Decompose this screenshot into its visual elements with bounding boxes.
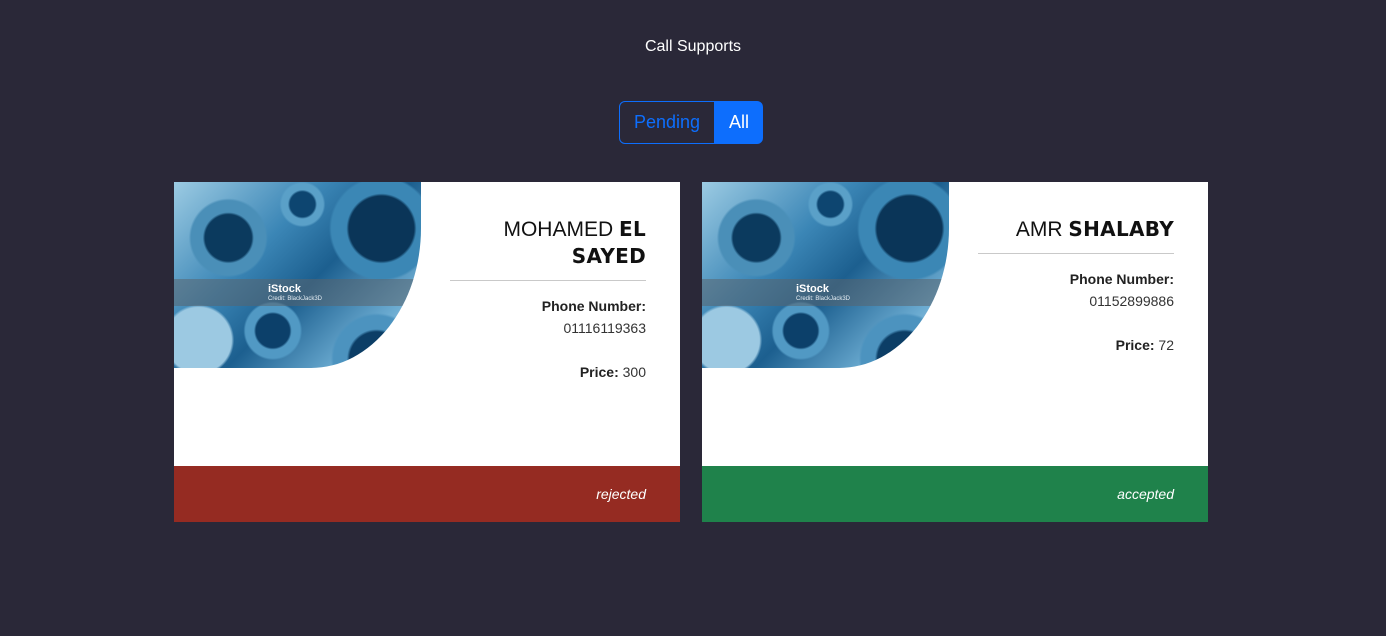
caller-name: AMR SHALABY bbox=[978, 216, 1174, 254]
card-info: MOHAMED EL SAYED Phone Number: 011161193… bbox=[450, 216, 646, 383]
price-label: Price: bbox=[1115, 337, 1155, 353]
status-text: accepted bbox=[1117, 486, 1174, 502]
caller-first-name: AMR bbox=[1015, 218, 1063, 241]
phone-value: 01152899886 bbox=[1089, 293, 1174, 309]
phone-value: 01116119363 bbox=[563, 320, 646, 336]
filter-pending-button[interactable]: Pending bbox=[619, 101, 715, 144]
watermark-credit: Credit: BlackJack3D bbox=[796, 296, 851, 302]
watermark-brand: iStock bbox=[268, 283, 302, 295]
filter-all-button[interactable]: All bbox=[715, 101, 763, 144]
price-label: Price: bbox=[579, 364, 619, 380]
caller-first-name: MOHAMED bbox=[503, 218, 614, 241]
watermark-brand: iStock bbox=[796, 283, 830, 295]
status-bar: rejected bbox=[174, 466, 680, 522]
price-row: Price: 300 bbox=[450, 361, 646, 383]
status-filter-group: Pending All bbox=[619, 101, 763, 144]
status-bar: accepted bbox=[702, 466, 1208, 522]
price-row: Price: 72 bbox=[978, 334, 1174, 356]
price-value: 300 bbox=[622, 364, 646, 380]
card-image: iStock Credit: BlackJack3D bbox=[174, 182, 421, 368]
price-value: 72 bbox=[1158, 337, 1174, 353]
caller-name: MOHAMED EL SAYED bbox=[450, 216, 646, 281]
call-support-card[interactable]: iStock Credit: BlackJack3D MOHAMED EL SA… bbox=[174, 182, 680, 522]
phone-label: Phone Number: bbox=[1069, 271, 1174, 287]
watermark-credit: Credit: BlackJack3D bbox=[268, 296, 323, 302]
call-support-card[interactable]: iStock Credit: BlackJack3D AMR SHALABY P… bbox=[702, 182, 1208, 522]
caller-last-name: SHALABY bbox=[1068, 217, 1174, 241]
phone-label: Phone Number: bbox=[541, 298, 646, 314]
status-text: rejected bbox=[596, 486, 646, 502]
card-image: iStock Credit: BlackJack3D bbox=[702, 182, 949, 368]
page-title: Call Supports bbox=[644, 38, 742, 55]
card-info: AMR SHALABY Phone Number: 01152899886 Pr… bbox=[978, 216, 1174, 356]
